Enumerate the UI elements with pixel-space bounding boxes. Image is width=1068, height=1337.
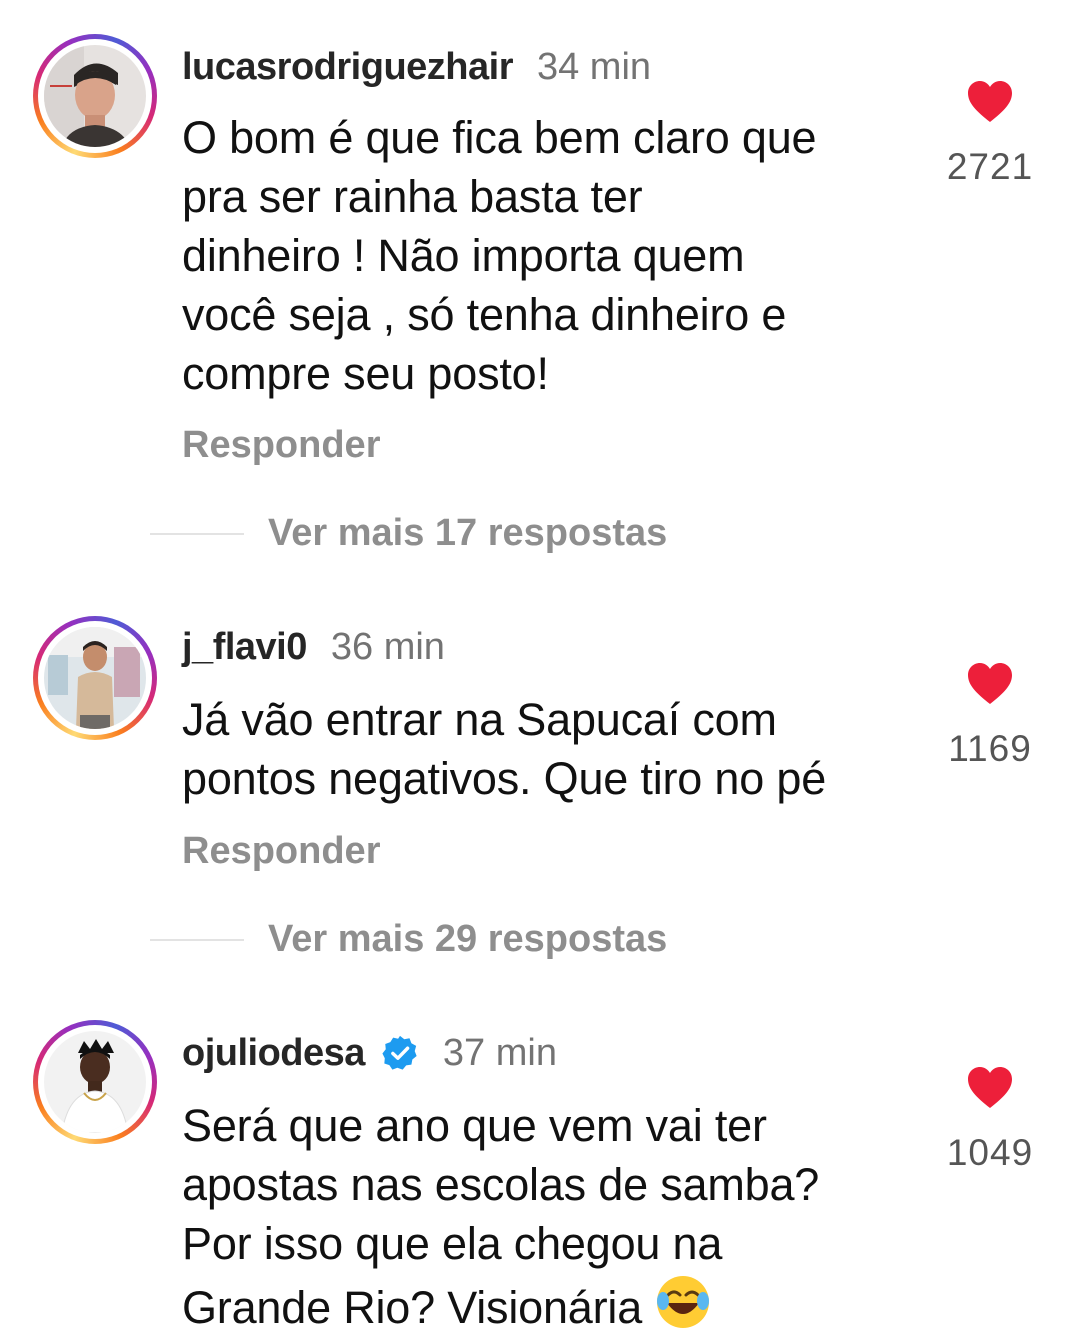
comment-line: Já vão entrar na Sapucaí com [182,694,777,745]
comment-line: Por isso que ela chegou na [182,1218,723,1269]
profile-photo-icon [44,1031,146,1133]
view-more-replies-label: Ver mais 29 respostas [268,918,668,960]
comment-line: Será que ano que vem vai ter [182,1100,767,1151]
comment-line: você seja , só tenha dinheiro e [182,289,787,340]
username[interactable]: lucasrodriguezhair [182,46,513,89]
comment-item: ojuliodesa 37 min Será que ano que vem v… [0,990,1068,1333]
timestamp: 37 min [442,1031,557,1074]
like-count: 1169 [948,728,1032,769]
verified-badge-icon [382,1035,417,1070]
comment-line: pontos negativos. Que tiro no pé [182,753,827,804]
comment-line: dinheiro ! Não importa quem [182,230,745,281]
comment-item: j_flavi0 36 min Já vão entrar na Sapucaí… [0,580,1068,990]
view-more-replies[interactable]: Ver mais 17 respostas [150,512,667,555]
comment-text: Já vão entrar na Sapucaí com pontos nega… [182,690,922,808]
divider [150,938,244,941]
timestamp: 36 min [330,625,445,668]
like-column: 1169 [920,662,1060,770]
heart-icon[interactable] [966,1066,1014,1110]
like-column: 2721 [920,80,1060,188]
avatar[interactable] [33,34,157,158]
username[interactable]: j_flavi0 [182,626,307,669]
comment-line: apostas nas escolas de samba? [182,1159,820,1210]
avatar[interactable] [33,616,157,740]
view-more-replies[interactable]: Ver mais 29 respostas [150,918,667,961]
comment-line-text: Grande Rio? Visionária [182,1282,643,1333]
reply-button[interactable]: Responder [182,830,380,873]
like-count: 2721 [946,146,1034,187]
comment-line: Grande Rio? Visionária [182,1273,922,1337]
heart-icon[interactable] [966,662,1014,706]
comment-line: O bom é que fica bem claro que [182,112,817,163]
heart-icon[interactable] [966,80,1014,124]
reply-button[interactable]: Responder [182,424,380,467]
timestamp: 34 min [536,45,652,88]
comment-text: Será que ano que vem vai ter apostas nas… [182,1096,922,1337]
comment-line: compre seu posto! [182,348,549,399]
view-more-replies-label: Ver mais 17 respostas [268,512,668,554]
avatar[interactable] [33,1020,157,1144]
like-column: 1049 [920,1066,1060,1174]
tears-of-joy-emoji-icon [657,1276,710,1328]
profile-photo-icon [44,627,146,729]
like-count: 1049 [946,1132,1034,1173]
comment-line: pra ser rainha basta ter [182,171,643,222]
comment-text: O bom é que fica bem claro que pra ser r… [182,108,922,403]
username[interactable]: ojuliodesa [182,1032,365,1075]
divider [150,532,244,535]
comment-item: lucasrodriguezhair 34 min O bom é que fi… [0,0,1068,580]
profile-photo-icon [44,45,146,147]
